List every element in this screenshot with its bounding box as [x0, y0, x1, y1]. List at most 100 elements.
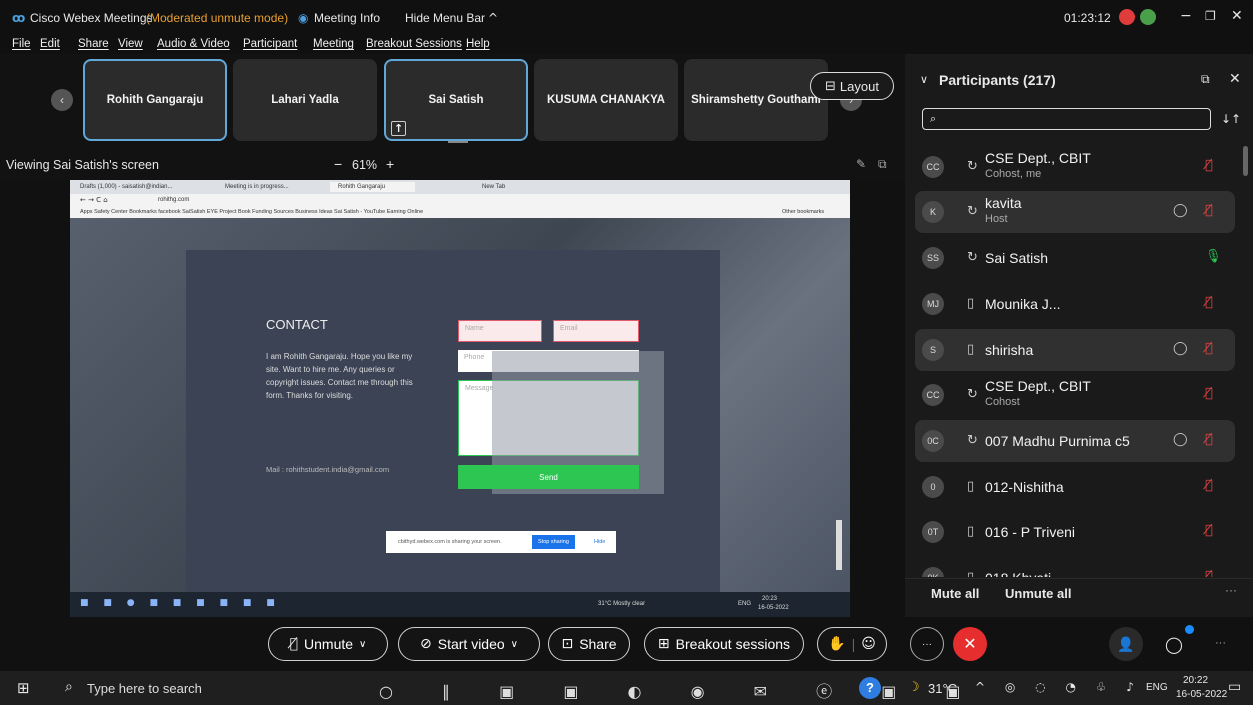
hide-menu-bar-button[interactable]: Hide Menu Bar: [405, 11, 485, 25]
mic-on-icon[interactable]: 🎙: [1205, 249, 1222, 264]
raise-hand-icon[interactable]: ✋: [828, 636, 845, 652]
participant-row[interactable]: CC ↻ CSE Dept., CBIT Cohost 🎙̸: [915, 374, 1235, 416]
remote-scrollbar[interactable]: [836, 520, 842, 570]
bookmarks[interactable]: Apps Safety Center Bookmarks facebook Sa…: [80, 209, 423, 215]
record-icon[interactable]: [1119, 9, 1135, 25]
url-field[interactable]: rohithg.com: [158, 197, 189, 203]
chat-icon[interactable]: ◯: [1173, 341, 1188, 356]
more-button[interactable]: ···: [910, 627, 944, 661]
mic-muted-icon[interactable]: 🎙̸: [1205, 203, 1213, 218]
avatar: 0T: [922, 521, 944, 543]
email-input[interactable]: Email: [553, 320, 639, 342]
close-icon[interactable]: ✕: [1231, 8, 1243, 24]
participant-row[interactable]: 0T ▯ 016 - P Triveni 🎙̸: [915, 511, 1235, 553]
video-tile[interactable]: KUSUMA CHANAKYA: [534, 59, 678, 141]
video-tile[interactable]: Sai Satish ↑: [384, 59, 528, 141]
close-icon[interactable]: ✕: [1229, 71, 1241, 87]
unmute-button[interactable]: 🎙̸ Unmute ∨: [268, 627, 388, 661]
participant-row[interactable]: CC ↻ CSE Dept., CBIT Cohost, me 🎙̸: [915, 146, 1235, 188]
mic-muted-icon[interactable]: 🎙̸: [1205, 523, 1213, 538]
menu-file[interactable]: File: [12, 38, 31, 50]
menu-share[interactable]: Share: [78, 38, 109, 50]
menu-meeting[interactable]: Meeting: [313, 38, 354, 50]
video-tile[interactable]: Shiramshetty Gouthami: [684, 59, 828, 141]
panel-scrollbar[interactable]: [1243, 146, 1248, 176]
nav-icons[interactable]: ← → C ⌂: [80, 196, 108, 204]
meeting-info-button[interactable]: Meeting Info: [314, 11, 380, 25]
chat-icon[interactable]: ◯: [1173, 432, 1188, 447]
browser-tab[interactable]: New Tab: [482, 184, 505, 190]
taskbar-date[interactable]: 16-05-2022: [1176, 689, 1227, 700]
taskbar-time[interactable]: 20:22: [1183, 675, 1208, 686]
emoji-icon[interactable]: ☺: [861, 636, 876, 652]
popout-icon[interactable]: ⧉: [878, 157, 887, 172]
breakout-sessions-button[interactable]: ⊞ Breakout sessions: [644, 627, 804, 661]
video-tile[interactable]: Rohith Gangaraju: [83, 59, 227, 141]
send-button[interactable]: Send: [458, 465, 639, 489]
prev-arrow-icon[interactable]: ‹: [51, 89, 73, 111]
taskbar-lang[interactable]: ENG: [1146, 682, 1168, 693]
avatar: MJ: [922, 293, 944, 315]
notifications-icon[interactable]: ▭: [1228, 679, 1241, 695]
resize-handle[interactable]: [448, 141, 468, 143]
menu-breakout-sessions[interactable]: Breakout Sessions: [366, 38, 462, 50]
sort-icon[interactable]: ↓↑: [1221, 112, 1241, 126]
name-input[interactable]: Name: [458, 320, 542, 342]
participant-row[interactable]: 0C ↻ 007 Madhu Purnima c5 🎙̸ ◯: [915, 420, 1235, 462]
zoom-out-button[interactable]: −: [334, 156, 342, 172]
share-button[interactable]: ⊡ Share: [548, 627, 630, 661]
more-options-button[interactable]: ···: [1225, 583, 1237, 597]
mic-muted-icon[interactable]: 🎙̸: [1205, 478, 1213, 493]
participants-toggle-icon[interactable]: 👤: [1109, 627, 1143, 661]
panel-footer: Mute all Unmute all ···: [905, 578, 1253, 618]
minimize-icon[interactable]: −: [1180, 8, 1192, 24]
participant-row[interactable]: S ▯ shirisha 🎙̸ ◯: [915, 329, 1235, 371]
zoom-in-button[interactable]: +: [386, 156, 394, 172]
stop-sharing-button[interactable]: Stop sharing: [532, 535, 575, 549]
avatar: 0: [922, 476, 944, 498]
taskbar-search-input[interactable]: Type here to search: [87, 681, 202, 696]
menu-view[interactable]: View: [118, 38, 143, 50]
help-icon[interactable]: ?: [859, 677, 881, 699]
menu-participant[interactable]: Participant: [243, 38, 297, 50]
popout-icon[interactable]: ⧉: [1201, 72, 1210, 87]
hide-notice-button[interactable]: Hide: [594, 539, 605, 545]
collapse-chevron-icon[interactable]: ∨: [920, 73, 928, 86]
tray-icons[interactable]: ^ ◎ ◌ ◔ ♧ ♪: [975, 680, 1142, 694]
participant-row[interactable]: SS ↻ Sai Satish 🎙: [915, 237, 1235, 279]
mic-muted-icon[interactable]: 🎙̸: [1205, 295, 1213, 310]
participant-row[interactable]: 0 ▯ 012-Nishitha 🎙̸: [915, 466, 1235, 508]
video-tile[interactable]: Lahari Yadla: [233, 59, 377, 141]
participant-row[interactable]: 0K ▯ 018 Khyati 🎙̸: [915, 557, 1235, 577]
windows-start-icon[interactable]: ⊞: [17, 679, 30, 697]
participant-row[interactable]: MJ ▯ Mounika J... 🎙̸: [915, 283, 1235, 325]
signal-icon[interactable]: [1140, 9, 1156, 25]
other-bookmarks[interactable]: Other bookmarks: [782, 209, 824, 215]
annotate-icon[interactable]: ✎: [856, 157, 866, 171]
mic-muted-icon[interactable]: 🎙̸: [1205, 386, 1213, 401]
mute-all-button[interactable]: Mute all: [931, 586, 979, 601]
more-panels-button[interactable]: ···: [1215, 637, 1226, 649]
start-video-button[interactable]: ⊘ Start video ∨: [398, 627, 540, 661]
end-meeting-button[interactable]: ✕: [953, 627, 987, 661]
menu-edit[interactable]: Edit: [40, 38, 60, 50]
participant-search-input[interactable]: ⌕: [922, 108, 1211, 130]
reactions-group[interactable]: ✋ | ☺: [817, 627, 887, 661]
mic-muted-icon[interactable]: 🎙̸: [1205, 341, 1213, 356]
browser-tab-active[interactable]: Rohith Gangaraju: [330, 182, 416, 192]
participant-row[interactable]: K ↻ kavita Host 🎙̸ ◯: [915, 191, 1235, 233]
layout-button[interactable]: ⊟ Layout: [810, 72, 894, 100]
taskbar-app-icons[interactable]: ○ ∥ ▣ ▣ ◐ ◉ ✉ ⓔ ▣ ▣: [379, 678, 983, 702]
mic-muted-icon[interactable]: 🎙̸: [1205, 432, 1213, 447]
mic-muted-icon[interactable]: 🎙̸: [1205, 158, 1213, 173]
restore-icon[interactable]: ❐: [1205, 9, 1216, 23]
menu-audio-video[interactable]: Audio & Video: [157, 38, 230, 50]
bookmarks-bar: Apps Safety Center Bookmarks facebook Sa…: [70, 207, 850, 218]
browser-tab[interactable]: Meeting is in progress...: [225, 184, 289, 190]
browser-tab[interactable]: Drafts (1,000) - saisatish@indian...: [80, 184, 172, 190]
menu-help[interactable]: Help: [466, 38, 490, 50]
mic-muted-icon[interactable]: 🎙̸: [1205, 569, 1213, 577]
chat-icon[interactable]: ◯: [1173, 203, 1188, 218]
unmute-all-button[interactable]: Unmute all: [1005, 586, 1071, 601]
sharing-notice: cbithyd.webex.com is sharing your screen…: [386, 531, 616, 553]
